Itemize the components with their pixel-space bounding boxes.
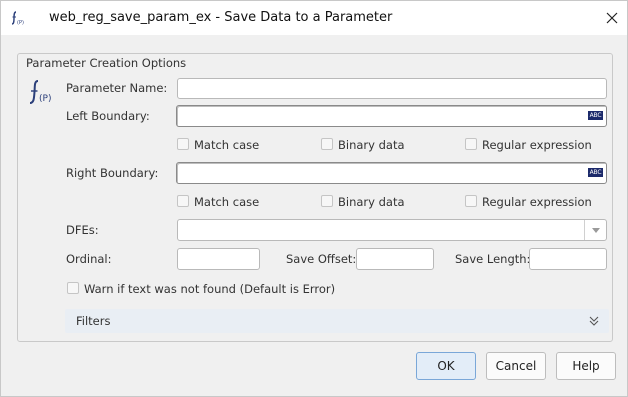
left-match-case-label: Match case — [194, 138, 260, 152]
group-legend: Parameter Creation Options — [24, 56, 189, 70]
right-regular-expression-checkbox[interactable] — [465, 195, 477, 207]
cancel-button[interactable]: Cancel — [486, 352, 546, 380]
dialog-window: (P) web_reg_save_param_ex - Save Data to… — [0, 0, 628, 397]
ordinal-input[interactable] — [177, 248, 260, 270]
dfes-combo[interactable] — [177, 219, 607, 241]
window-title: web_reg_save_param_ex - Save Data to a P… — [49, 10, 393, 25]
right-binary-data-checkbox[interactable] — [321, 195, 333, 207]
left-boundary-label: Left Boundary: — [66, 109, 150, 123]
ok-button[interactable]: OK — [416, 352, 476, 380]
function-parameter-icon: (P) — [29, 80, 51, 104]
svg-text:(P): (P) — [39, 94, 51, 104]
filters-expander[interactable]: Filters — [65, 309, 609, 333]
right-regular-expression-label: Regular expression — [482, 195, 592, 209]
save-length-input[interactable] — [529, 248, 607, 270]
right-boundary-input[interactable]: ABC — [176, 162, 607, 184]
save-offset-input[interactable] — [356, 248, 434, 270]
right-match-case-label: Match case — [194, 195, 260, 209]
save-offset-label: Save Offset: — [286, 252, 357, 266]
warn-not-found-label: Warn if text was not found (Default is E… — [84, 282, 336, 296]
parameter-name-label: Parameter Name: — [66, 81, 168, 95]
help-button[interactable]: Help — [556, 352, 616, 380]
warn-not-found-checkbox[interactable] — [67, 282, 79, 294]
dfes-label: DFEs: — [66, 223, 99, 237]
ordinal-label: Ordinal: — [66, 252, 112, 266]
chevron-down-icon — [591, 227, 600, 233]
spell-check-icon[interactable]: ABC — [588, 168, 603, 177]
svg-text:(P): (P) — [17, 20, 24, 26]
spell-check-icon[interactable]: ABC — [588, 111, 603, 120]
left-boundary-input[interactable]: ABC — [176, 105, 607, 127]
right-binary-data-label: Binary data — [338, 195, 405, 209]
left-match-case-checkbox[interactable] — [177, 138, 189, 150]
dfes-dropdown-button[interactable] — [584, 220, 606, 240]
left-binary-data-checkbox[interactable] — [321, 138, 333, 150]
right-boundary-label: Right Boundary: — [66, 166, 159, 180]
left-regular-expression-checkbox[interactable] — [465, 138, 477, 150]
save-length-label: Save Length: — [455, 252, 531, 266]
double-chevron-down-icon — [589, 316, 599, 326]
filters-label: Filters — [76, 314, 111, 328]
left-binary-data-label: Binary data — [338, 138, 405, 152]
title-bar: (P) web_reg_save_param_ex - Save Data to… — [1, 1, 627, 35]
close-icon — [606, 12, 618, 24]
close-button[interactable] — [597, 1, 627, 35]
parameter-name-input[interactable] — [177, 78, 607, 99]
function-parameter-icon: (P) — [11, 11, 24, 26]
left-regular-expression-label: Regular expression — [482, 138, 592, 152]
right-match-case-checkbox[interactable] — [177, 195, 189, 207]
